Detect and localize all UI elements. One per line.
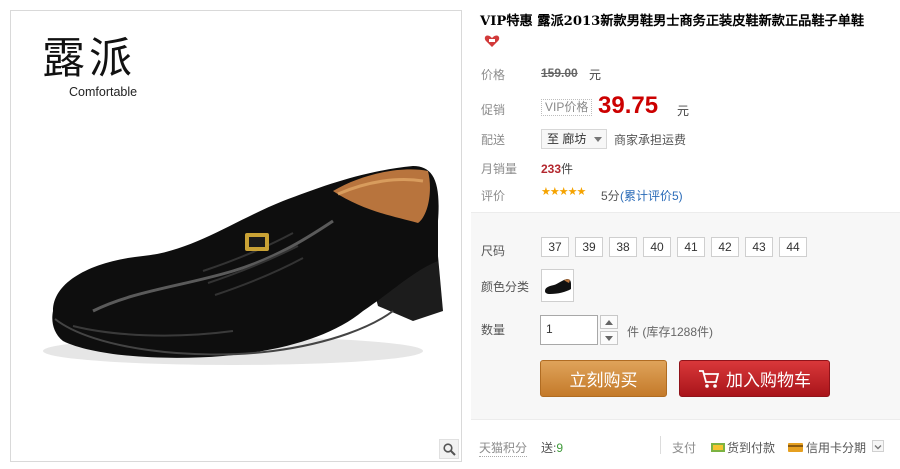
points-value: 送:9 <box>541 439 563 456</box>
cod-label: 货到付款 <box>727 441 776 455</box>
chevron-down-icon <box>594 137 602 142</box>
rating-label: 评价 <box>481 189 506 203</box>
chevron-down-icon <box>605 335 613 341</box>
add-to-cart-label: 加入购物车 <box>726 371 811 391</box>
points-label[interactable]: 天猫积分 <box>479 439 528 457</box>
shipping-label: 配送 <box>481 133 506 147</box>
price-label: 价格 <box>481 68 506 82</box>
promo-price: 39.75 <box>598 92 659 119</box>
cod-payment[interactable]: 货到付款 <box>711 439 775 456</box>
shoe-thumbnail-icon <box>545 279 571 294</box>
add-to-cart-button[interactable]: 加入购物车 <box>679 360 830 397</box>
heart-badge-icon <box>484 35 500 47</box>
promo-unit: 元 <box>677 104 690 118</box>
stock-note: 件 (库存1288件) <box>627 325 714 339</box>
divider <box>660 436 661 454</box>
decrement-button[interactable] <box>600 331 618 345</box>
original-price: 159.00 <box>541 66 578 80</box>
size-option[interactable]: 42 <box>711 237 739 257</box>
chevron-up-icon <box>605 319 613 325</box>
installment-label: 信用卡分期 <box>806 441 867 455</box>
chevron-down-icon <box>874 445 882 450</box>
size-option[interactable]: 37 <box>541 237 569 257</box>
cart-icon <box>699 369 720 388</box>
rating-stars-icon: ★★★★★ <box>541 186 586 198</box>
payment-label: 支付 <box>672 441 697 455</box>
buy-now-button[interactable]: 立刻购买 <box>540 360 667 397</box>
product-title: VIP特惠 露派2013新款男鞋男士商务正装皮鞋新款正品鞋子单鞋 <box>480 14 865 29</box>
brand-logo-cn: 露派 <box>42 34 137 84</box>
size-option[interactable]: 39 <box>575 237 603 257</box>
shipping-destination-value: 至 廊坊 <box>547 132 587 146</box>
color-label: 颜色分类 <box>481 280 530 294</box>
brand-logo-en: Comfortable <box>69 85 138 99</box>
promo-label: 促销 <box>481 103 506 117</box>
quantity-label: 数量 <box>481 323 506 337</box>
shoe-photo <box>43 166 443 365</box>
size-label: 尺码 <box>481 244 506 258</box>
monthly-sales-unit: 件 <box>561 162 574 176</box>
size-option[interactable]: 44 <box>779 237 807 257</box>
increment-button[interactable] <box>600 315 618 329</box>
monthly-sales-count: 233件 <box>541 160 573 177</box>
review-count-link[interactable]: (累计评价5) <box>620 187 683 204</box>
brand-logo: 露派 Comfortable <box>41 35 137 99</box>
product-image-panel[interactable]: 露派 Comfortable <box>10 10 462 462</box>
cash-icon <box>711 443 725 452</box>
quantity-input[interactable]: 1 <box>540 315 598 345</box>
size-option[interactable]: 43 <box>745 237 773 257</box>
monthly-sales-label: 月销量 <box>481 162 518 176</box>
credit-card-icon <box>788 443 803 452</box>
size-option[interactable]: 38 <box>609 237 637 257</box>
shipping-destination-select[interactable]: 至 廊坊 <box>541 129 607 149</box>
shipping-note: 商家承担运费 <box>614 133 687 147</box>
points-prefix: 送: <box>541 441 557 455</box>
magnifier-icon[interactable] <box>439 439 459 459</box>
monthly-sales-value: 233 <box>541 162 562 176</box>
rating-score: 5分 <box>601 189 620 203</box>
price-unit: 元 <box>589 68 602 82</box>
installment-payment[interactable]: 信用卡分期 <box>788 439 866 456</box>
points-number: 9 <box>556 441 564 455</box>
color-swatch[interactable] <box>541 269 574 302</box>
size-option[interactable]: 40 <box>643 237 671 257</box>
quantity-stepper <box>600 315 618 345</box>
size-options: 37 39 38 40 41 42 43 44 <box>541 237 807 257</box>
vip-price-tag: VIP价格 <box>541 99 593 116</box>
payment-dropdown-button[interactable] <box>872 440 884 452</box>
size-option[interactable]: 41 <box>677 237 705 257</box>
